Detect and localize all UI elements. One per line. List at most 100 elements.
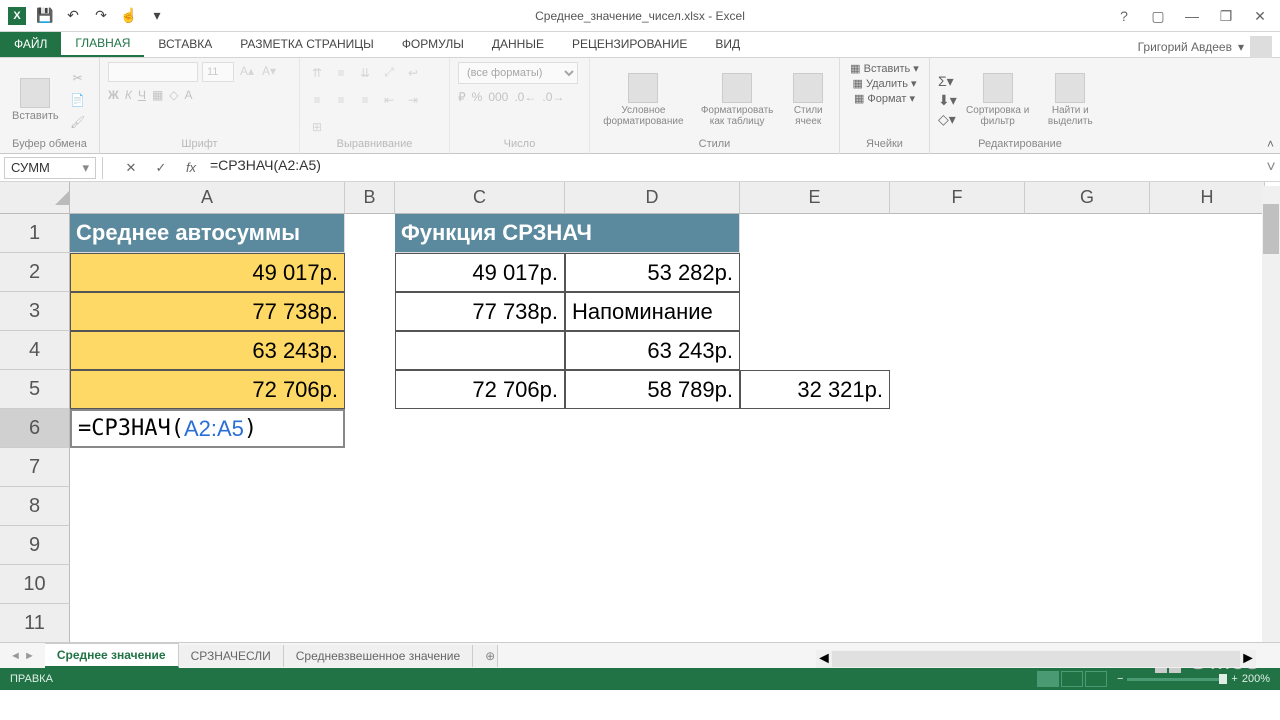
increase-font-icon[interactable]: A▴ bbox=[238, 62, 256, 80]
cell-A2[interactable]: 49 017р. bbox=[70, 253, 345, 292]
cell-A6-editing[interactable]: =СРЗНАЧ(A2:A5) bbox=[70, 409, 345, 448]
merge-icon[interactable]: ⊞ bbox=[308, 118, 326, 136]
cell-styles-button[interactable]: Стили ячеек bbox=[785, 71, 831, 129]
column-header-B[interactable]: B bbox=[345, 182, 395, 214]
page-layout-view-icon[interactable] bbox=[1061, 671, 1083, 687]
view-buttons[interactable] bbox=[1037, 671, 1107, 687]
increase-decimal-icon[interactable]: .0← bbox=[514, 90, 536, 104]
bold-button[interactable]: Ж bbox=[108, 88, 119, 102]
currency-icon[interactable]: ₽ bbox=[458, 90, 466, 104]
cell-A4[interactable]: 63 243р. bbox=[70, 331, 345, 370]
font-name-input[interactable] bbox=[108, 62, 198, 82]
tab-insert[interactable]: ВСТАВКА bbox=[144, 31, 226, 57]
align-right-icon[interactable]: ≡ bbox=[356, 91, 374, 109]
touch-mode-icon[interactable]: ☝ bbox=[120, 7, 138, 25]
undo-icon[interactable]: ↶ bbox=[64, 7, 82, 25]
enter-formula-icon[interactable]: ✓ bbox=[150, 157, 172, 179]
row-header-2[interactable]: 2 bbox=[0, 253, 70, 292]
sheet-tab-1[interactable]: Среднее значение bbox=[45, 643, 179, 668]
page-break-view-icon[interactable] bbox=[1085, 671, 1107, 687]
minimize-icon[interactable]: — bbox=[1182, 6, 1202, 26]
delete-cells-button[interactable]: ▦ Удалить ▾ bbox=[852, 77, 916, 90]
tab-page-layout[interactable]: РАЗМЕТКА СТРАНИЦЫ bbox=[226, 31, 388, 57]
row-header-3[interactable]: 3 bbox=[0, 292, 70, 331]
italic-button[interactable]: К bbox=[125, 88, 132, 102]
insert-function-icon[interactable]: fx bbox=[180, 157, 202, 179]
column-header-A[interactable]: A bbox=[70, 182, 345, 214]
row-header-10[interactable]: 10 bbox=[0, 565, 70, 604]
cell-D4[interactable]: 63 243р. bbox=[565, 331, 740, 370]
align-middle-icon[interactable]: ≡ bbox=[332, 64, 350, 82]
name-box[interactable]: СУММ▾ bbox=[4, 157, 96, 179]
decrease-decimal-icon[interactable]: .0→ bbox=[542, 90, 564, 104]
find-select-button[interactable]: Найти и выделить bbox=[1039, 71, 1102, 129]
cell-A3[interactable]: 77 738р. bbox=[70, 292, 345, 331]
paste-button[interactable]: Вставить bbox=[8, 76, 63, 124]
normal-view-icon[interactable] bbox=[1037, 671, 1059, 687]
sort-filter-button[interactable]: Сортировка и фильтр bbox=[961, 71, 1035, 129]
row-header-8[interactable]: 8 bbox=[0, 487, 70, 526]
cell-A1[interactable]: Среднее автосуммы bbox=[70, 214, 345, 253]
row-header-6[interactable]: 6 bbox=[0, 409, 70, 448]
row-header-7[interactable]: 7 bbox=[0, 448, 70, 487]
tab-view[interactable]: ВИД bbox=[701, 31, 754, 57]
cut-icon[interactable]: ✂ bbox=[69, 69, 87, 87]
vertical-scrollbar[interactable] bbox=[1262, 186, 1280, 646]
save-icon[interactable]: 💾 bbox=[36, 7, 54, 25]
collapse-ribbon-icon[interactable]: ˄ bbox=[1267, 137, 1274, 151]
fill-color-icon[interactable]: ◇ bbox=[169, 88, 178, 102]
align-top-icon[interactable]: ⇈ bbox=[308, 64, 326, 82]
expand-formula-bar-icon[interactable]: ˅ bbox=[1262, 159, 1280, 177]
maximize-icon[interactable]: ❐ bbox=[1216, 6, 1236, 26]
cancel-formula-icon[interactable]: ✕ bbox=[120, 157, 142, 179]
column-header-C[interactable]: C bbox=[395, 182, 565, 214]
tab-formulas[interactable]: ФОРМУЛЫ bbox=[388, 31, 478, 57]
user-account[interactable]: Григорий Авдеев▾ bbox=[1138, 36, 1272, 58]
column-header-F[interactable]: F bbox=[890, 182, 1025, 214]
insert-cells-button[interactable]: ▦ Вставить ▾ bbox=[850, 62, 919, 75]
column-header-D[interactable]: D bbox=[565, 182, 740, 214]
cell-C5[interactable]: 72 706р. bbox=[395, 370, 565, 409]
help-icon[interactable]: ? bbox=[1114, 6, 1134, 26]
vertical-scroll-thumb[interactable] bbox=[1263, 204, 1279, 254]
formula-bar[interactable]: =СРЗНАЧ(A2:A5) bbox=[202, 157, 1262, 179]
horizontal-scrollbar[interactable]: ◄► bbox=[816, 650, 1256, 668]
font-color-icon[interactable]: A bbox=[185, 88, 193, 102]
cell-C4[interactable] bbox=[395, 331, 565, 370]
redo-icon[interactable]: ↷ bbox=[92, 7, 110, 25]
number-format-select[interactable]: (все форматы) bbox=[458, 62, 578, 84]
align-bottom-icon[interactable]: ⇊ bbox=[356, 64, 374, 82]
sheet-tab-2[interactable]: СРЗНАЧЕСЛИ bbox=[179, 645, 284, 667]
format-painter-icon[interactable]: 🖌 bbox=[69, 113, 87, 131]
comma-icon[interactable]: 000 bbox=[488, 90, 508, 104]
cell-E5[interactable]: 32 321р. bbox=[740, 370, 890, 409]
column-header-E[interactable]: E bbox=[740, 182, 890, 214]
qat-dropdown-icon[interactable]: ▾ bbox=[148, 7, 166, 25]
wrap-text-icon[interactable]: ↩ bbox=[404, 64, 422, 82]
column-header-G[interactable]: G bbox=[1025, 182, 1150, 214]
tab-file[interactable]: ФАЙЛ bbox=[0, 31, 61, 57]
cell-C1[interactable]: Функция СРЗНАЧ bbox=[395, 214, 740, 253]
select-all-corner[interactable] bbox=[0, 182, 70, 214]
sheet-nav[interactable]: ◄ ► bbox=[0, 650, 45, 662]
tab-data[interactable]: ДАННЫЕ bbox=[478, 31, 558, 57]
percent-icon[interactable]: % bbox=[472, 90, 483, 104]
cell-D3[interactable]: Напоминание bbox=[565, 292, 740, 331]
increase-indent-icon[interactable]: ⇥ bbox=[404, 91, 422, 109]
align-left-icon[interactable]: ≡ bbox=[308, 91, 326, 109]
cell-C3[interactable]: 77 738р. bbox=[395, 292, 565, 331]
row-header-11[interactable]: 11 bbox=[0, 604, 70, 643]
new-sheet-button[interactable]: ⊕ bbox=[473, 645, 498, 667]
cell-A5[interactable]: 72 706р. bbox=[70, 370, 345, 409]
align-center-icon[interactable]: ≡ bbox=[332, 91, 350, 109]
tab-home[interactable]: ГЛАВНАЯ bbox=[61, 31, 144, 57]
cell-D2[interactable]: 53 282р. bbox=[565, 253, 740, 292]
row-header-1[interactable]: 1 bbox=[0, 214, 70, 253]
cell-D5[interactable]: 58 789р. bbox=[565, 370, 740, 409]
decrease-font-icon[interactable]: A▾ bbox=[260, 62, 278, 80]
copy-icon[interactable]: 📄 bbox=[69, 91, 87, 109]
row-header-5[interactable]: 5 bbox=[0, 370, 70, 409]
row-header-4[interactable]: 4 bbox=[0, 331, 70, 370]
column-header-H[interactable]: H bbox=[1150, 182, 1265, 214]
autosum-icon[interactable]: Σ▾ bbox=[938, 73, 957, 90]
